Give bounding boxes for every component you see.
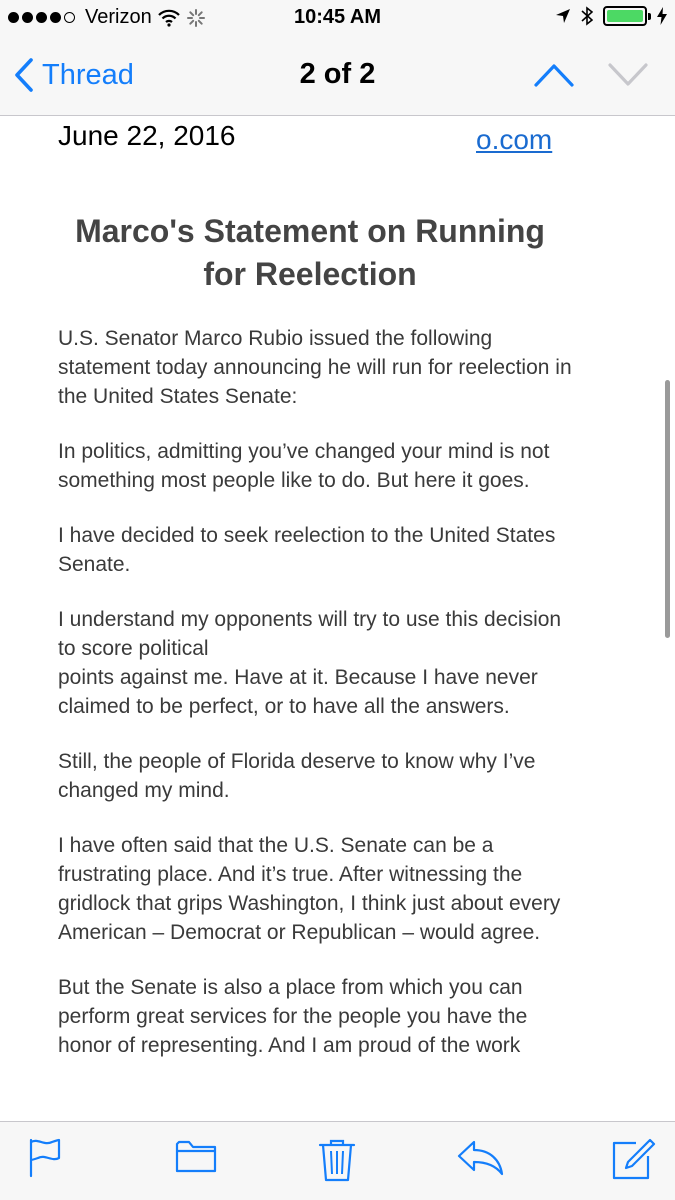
paragraph: In politics, admitting you’ve changed yo…: [58, 440, 550, 492]
location-arrow-icon: [556, 9, 570, 23]
previous-message-button[interactable]: [534, 62, 574, 88]
paragraph: Still, the people of Florida deserve to …: [58, 750, 536, 802]
paragraph: U.S. Senator Marco Rubio issued the foll…: [58, 327, 572, 408]
compose-icon[interactable]: [610, 1138, 656, 1182]
battery-icon: [603, 6, 651, 26]
back-button[interactable]: Thread: [14, 58, 134, 92]
paragraph: I have often said that the U.S. Senate c…: [58, 834, 561, 944]
paragraph: I understand my opponents will try to us…: [58, 608, 562, 718]
message-body[interactable]: June 22, 2016 o.com Marco's Statement on…: [0, 116, 675, 1121]
charging-bolt-icon: [657, 7, 667, 25]
email-headline: Marco's Statement on Running for Reelect…: [75, 213, 545, 292]
paragraph: I have decided to seek reelection to the…: [58, 524, 556, 576]
bottom-toolbar: [0, 1121, 675, 1200]
battery-level: [607, 10, 643, 22]
chevron-left-icon: [15, 58, 33, 92]
status-bar: Verizon 10:45 AM: [0, 0, 675, 40]
email-date: June 22, 2016: [58, 120, 236, 151]
status-right: [555, 6, 667, 26]
email-link[interactable]: o.com: [476, 124, 552, 156]
navigation-bar: Thread 2 of 2: [0, 40, 675, 116]
reply-icon[interactable]: [456, 1138, 504, 1178]
email-text: U.S. Senator Marco Rubio issued the foll…: [58, 324, 578, 1086]
paragraph: But the Senate is also a place from whic…: [58, 976, 528, 1057]
next-message-button: [608, 63, 648, 86]
back-button-label: Thread: [42, 58, 134, 91]
trash-icon[interactable]: [318, 1138, 356, 1182]
bluetooth-icon: [581, 6, 593, 26]
scroll-indicator: [665, 380, 670, 638]
flag-icon[interactable]: [28, 1138, 62, 1178]
folder-icon[interactable]: [175, 1138, 217, 1174]
